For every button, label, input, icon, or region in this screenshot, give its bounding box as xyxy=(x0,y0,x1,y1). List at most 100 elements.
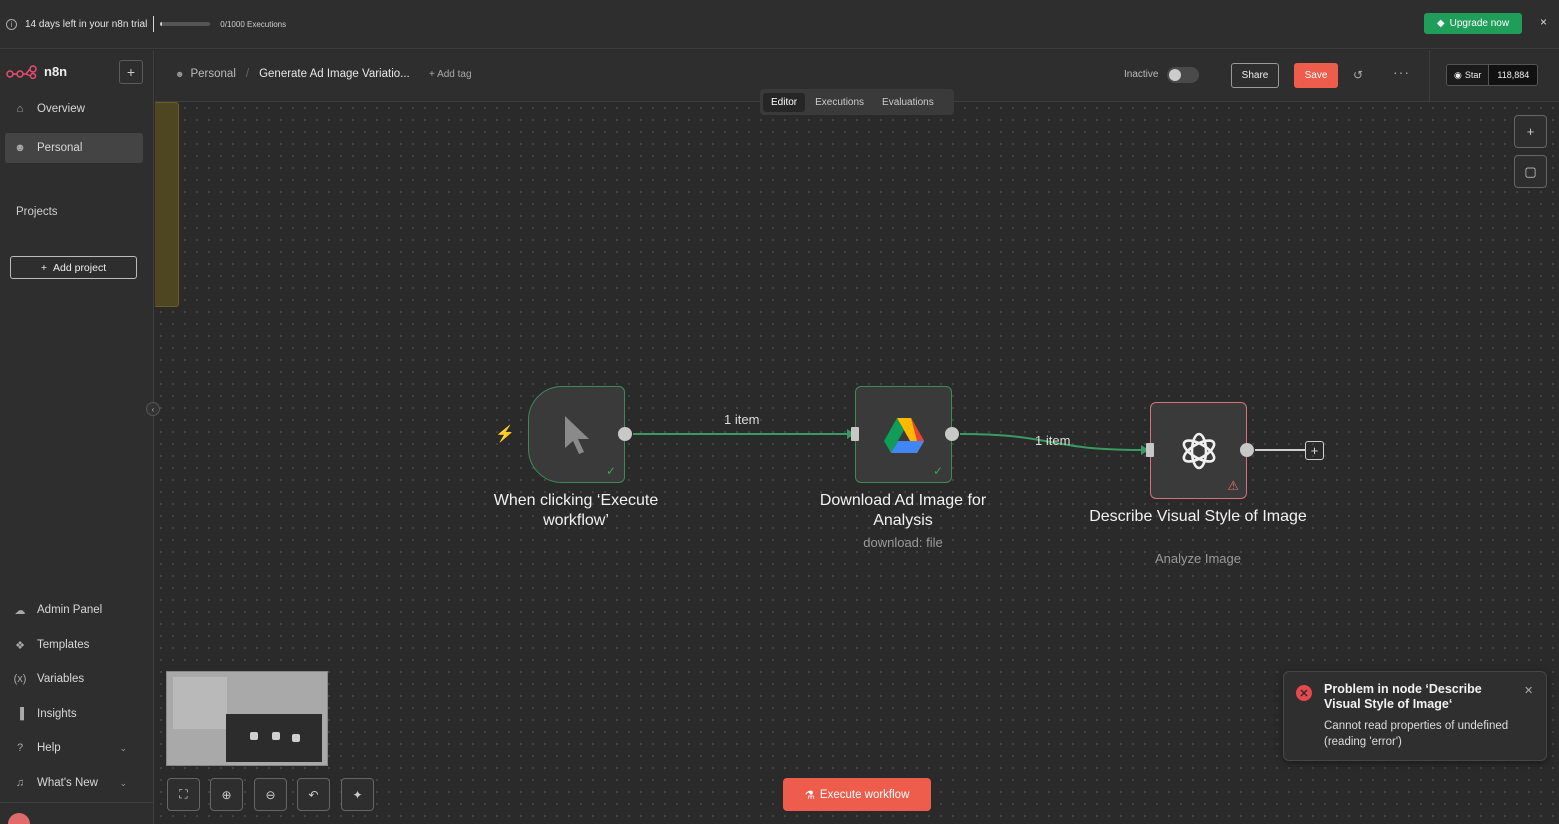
share-button[interactable]: Share xyxy=(1231,63,1279,88)
chevron-down-icon: ⌄ xyxy=(119,742,127,753)
minimap[interactable] xyxy=(166,671,328,766)
logo-text: n8n xyxy=(44,64,68,79)
trial-days-left: 14 days left in your n8n trial xyxy=(25,18,148,30)
collapse-sidebar-icon[interactable]: ‹ xyxy=(146,402,160,416)
executions-progress-fill xyxy=(160,22,163,26)
sidebar-item-whats-new[interactable]: ♫ What's New ⌄ xyxy=(5,768,143,798)
flask-icon: ⚗ xyxy=(804,789,815,802)
help-icon: ? xyxy=(16,742,24,754)
error-toast: ✕ Problem in node ‘Describe Visual Style… xyxy=(1283,671,1547,761)
sidebar-item-label: Help xyxy=(37,742,61,754)
github-star[interactable]: ◉ Star xyxy=(1447,65,1489,85)
github-star-count: 118,884 xyxy=(1488,65,1538,85)
zoom-in-icon[interactable]: ⊕ xyxy=(210,778,243,811)
home-icon: ⌂ xyxy=(16,103,24,115)
zoom-out-icon[interactable]: ⊖ xyxy=(254,778,287,811)
breadcrumb-separator: / xyxy=(245,68,250,80)
sidebar-item-label: Insights xyxy=(37,708,77,720)
tidy-up-icon[interactable]: ✦ xyxy=(341,778,374,811)
cloud-icon: ☁ xyxy=(14,604,26,617)
avatar[interactable] xyxy=(8,813,30,824)
minimap-node xyxy=(292,734,300,742)
upgrade-label: Upgrade now xyxy=(1449,18,1510,29)
info-icon: i xyxy=(6,18,17,30)
node-manual-trigger[interactable]: ✓ xyxy=(528,386,625,483)
toast-message: Cannot read properties of undefined (rea… xyxy=(1324,720,1509,748)
github-star-button[interactable]: ◉ Star 118,884 xyxy=(1446,64,1539,86)
close-icon[interactable]: ✕ xyxy=(1524,684,1533,697)
error-icon: ✕ xyxy=(1296,685,1312,701)
n8n-logo-icon xyxy=(6,64,37,79)
add-node-button[interactable]: + xyxy=(1514,115,1547,148)
node-openai-analyze-image[interactable]: ⚠ xyxy=(1150,402,1247,499)
active-toggle[interactable] xyxy=(1167,67,1199,83)
node-input-handle[interactable] xyxy=(851,427,859,441)
reset-zoom-icon[interactable]: ↶ xyxy=(297,778,330,811)
add-node-plus-icon[interactable]: + xyxy=(1305,441,1324,460)
variable-icon: (x) xyxy=(13,673,27,685)
divider xyxy=(0,802,154,803)
sticky-note-icon[interactable]: ▢ xyxy=(1514,155,1547,188)
sidebar-item-help[interactable]: ? Help ⌄ xyxy=(5,733,143,763)
sidebar-item-label: What's New xyxy=(37,777,98,789)
history-icon[interactable]: ↺ xyxy=(1353,68,1363,82)
minimap-viewport xyxy=(226,714,322,762)
tab-evaluations[interactable]: Evaluations xyxy=(874,93,942,112)
toast-title: Problem in node ‘Describe Visual Style o… xyxy=(1324,682,1482,711)
logo[interactable]: n8n xyxy=(6,64,67,79)
node-title: When clicking ‘Execute workflow’ xyxy=(493,492,659,529)
github-icon: ◉ xyxy=(1454,69,1462,80)
sidebar-item-personal[interactable]: ☻ Personal xyxy=(5,133,143,163)
sidebar-item-insights[interactable]: ▐ Insights xyxy=(5,699,143,729)
plus-icon: + xyxy=(40,261,47,274)
node-input-handle[interactable] xyxy=(1146,443,1154,457)
sidebar-item-label: Variables xyxy=(37,673,85,685)
node-output-handle[interactable] xyxy=(618,427,632,441)
minimap-sticky xyxy=(173,677,227,729)
execute-workflow-button[interactable]: ⚗ Execute workflow xyxy=(783,778,931,811)
toggle-knob xyxy=(1169,69,1181,81)
sidebar-item-overview[interactable]: ⌂ Overview xyxy=(5,94,143,124)
google-drive-icon xyxy=(883,417,924,453)
add-project-button[interactable]: + Add project xyxy=(10,256,137,279)
sidebar-item-variables[interactable]: (x) Variables xyxy=(5,664,143,694)
executions-count: 0/1000 Executions xyxy=(220,19,287,29)
edge-label: 1 item xyxy=(1035,433,1071,448)
node-title: Download Ad Image for Analysis xyxy=(819,492,987,529)
fit-view-icon[interactable]: ⛶ xyxy=(167,778,200,811)
node-google-drive-download[interactable]: ✓ xyxy=(855,386,952,483)
sidebar-item-admin-panel[interactable]: ☁ Admin Panel xyxy=(5,595,143,625)
edge-label: 1 item xyxy=(724,412,760,427)
more-options-icon[interactable]: ··· xyxy=(1393,64,1410,80)
node-output-handle[interactable] xyxy=(1240,443,1254,457)
upgrade-button[interactable]: ◆ Upgrade now xyxy=(1424,13,1522,34)
new-button[interactable]: + xyxy=(119,60,143,84)
sidebar-item-label: Personal xyxy=(37,142,83,154)
sidebar-item-label: Overview xyxy=(37,103,85,115)
workflow-name[interactable]: Generate Ad Image Variatio... xyxy=(259,68,410,80)
node-output-handle[interactable] xyxy=(945,427,959,441)
gem-icon: ◆ xyxy=(1436,18,1445,29)
breadcrumb-project[interactable]: Personal xyxy=(190,68,235,80)
close-banner-icon[interactable]: × xyxy=(1540,15,1547,29)
trigger-bolt-icon: ⚡ xyxy=(495,426,515,443)
chart-icon: ▐ xyxy=(16,708,24,720)
sidebar: n8n + ⌂ Overview ☻ Personal Projects + A… xyxy=(0,50,154,824)
tab-executions[interactable]: Executions xyxy=(807,93,872,112)
sidebar-item-label: Admin Panel xyxy=(37,604,103,616)
sidebar-item-templates[interactable]: ❖ Templates xyxy=(5,630,143,660)
executions-progress-bar xyxy=(160,22,211,26)
success-check-icon: ✓ xyxy=(932,464,943,478)
user-icon: ☻ xyxy=(14,142,26,154)
tab-editor[interactable]: Editor xyxy=(763,92,806,112)
cursor-icon xyxy=(564,415,589,454)
active-status-label: Inactive xyxy=(1124,69,1159,80)
openai-icon xyxy=(1182,432,1215,469)
execute-workflow-label: Execute workflow xyxy=(819,788,910,801)
add-tag-button[interactable]: + Add tag xyxy=(429,69,472,80)
warning-icon: ⚠ xyxy=(1227,478,1239,493)
save-button[interactable]: Save xyxy=(1294,63,1338,88)
node-subtitle: Analyze Image xyxy=(1155,551,1241,566)
bell-icon: ♫ xyxy=(15,777,25,789)
user-icon: ☻ xyxy=(175,69,185,79)
